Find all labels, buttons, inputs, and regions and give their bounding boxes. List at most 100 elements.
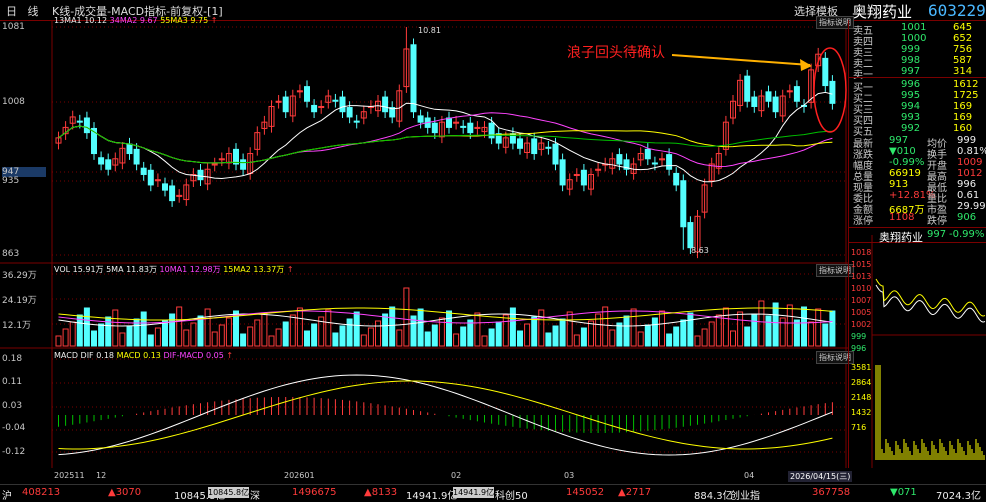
candle [140, 167, 147, 175]
volume-bar [339, 325, 346, 347]
kc-change: ▲2717 [618, 487, 652, 498]
kline-panel [0, 20, 848, 468]
volume-bar [367, 327, 374, 347]
volume-bar [694, 335, 701, 347]
macd-ytick: 0.03 [2, 401, 23, 411]
volume-bar [517, 330, 523, 347]
volume-bar [382, 313, 389, 347]
buy-row: 买四 993 169 [849, 112, 986, 127]
quote-cell: 996 [957, 179, 977, 190]
sell-row: 卖二 998 587 [849, 55, 986, 70]
cy-value: 367758 [812, 487, 851, 498]
kline-ytick: 935 [2, 176, 20, 186]
divider [849, 77, 986, 78]
stat-row: 现量 913 最低 996 [849, 179, 986, 194]
candle [644, 148, 651, 160]
candle [346, 107, 353, 118]
volume-bar [659, 310, 665, 347]
volume-bar [559, 318, 566, 347]
quote-cell: 涨停 [853, 216, 873, 227]
candle [162, 183, 168, 191]
quote-cell: 314 [953, 66, 973, 77]
volume-bar [176, 306, 183, 347]
x-tick: 02 [451, 471, 462, 480]
candle [332, 99, 339, 102]
x-tick: 202601 [284, 471, 315, 480]
sell-row: 卖四 1000 652 [849, 33, 986, 48]
volume-bar [502, 314, 509, 347]
macd-panel [58, 374, 833, 456]
volume-bar [247, 326, 254, 347]
intraday-chart[interactable] [848, 235, 986, 468]
volume-bar [793, 319, 800, 347]
volume-bar [481, 335, 488, 347]
volume-bar [83, 307, 90, 347]
volume-bar [623, 315, 630, 347]
dea-line [58, 380, 833, 450]
main-chart[interactable] [0, 20, 848, 468]
quote-cell: 跌停 [927, 216, 947, 227]
candle [829, 80, 836, 104]
volume-bar [446, 310, 452, 347]
volume-bar [801, 306, 807, 347]
candle [431, 122, 438, 134]
macd-ytick: 0.11 [2, 377, 23, 387]
annotation [671, 47, 847, 133]
volume-bar [751, 313, 758, 347]
candle [240, 159, 247, 170]
candle [580, 169, 587, 186]
intraday-price-line [875, 284, 986, 323]
volume-bar [304, 330, 310, 347]
volume-bar [588, 320, 594, 347]
quote-cell: 994 [901, 101, 921, 112]
candle [744, 75, 751, 102]
quote-cell: 66919 [889, 168, 921, 179]
macd-ytick: 0.18 [2, 354, 23, 364]
volume-ytick: 36.29万 [2, 271, 37, 281]
volume-bar [431, 324, 438, 347]
stat-row: 涨跌 ▼010 换手 0.81% [849, 146, 986, 161]
buy-row: 买一 996 1612 [849, 79, 986, 94]
candle [282, 96, 289, 113]
volume-bar [62, 328, 69, 347]
cy-change: ▼071 [890, 487, 917, 498]
volume-bar [779, 317, 786, 347]
volume-bar [240, 333, 247, 347]
volume-bar [140, 311, 147, 347]
macd-ytick: -0.04 [2, 423, 26, 433]
candle [467, 122, 474, 134]
volume-bar [275, 328, 282, 347]
volume-bar [609, 329, 616, 347]
volume-bar [453, 333, 460, 347]
candle [673, 172, 680, 186]
candle [417, 115, 424, 123]
candle [311, 104, 318, 113]
volume-bar [311, 323, 318, 347]
quote-cell: 997 [901, 66, 921, 77]
quote-cell: 29.99 [957, 201, 986, 212]
volume-bar [474, 312, 481, 347]
stock-name: 奥翔药业 [852, 3, 913, 21]
kline-ytick: 1081 [2, 22, 25, 32]
volume-bar [91, 330, 97, 347]
buy-row: 买二 995 1725 [849, 90, 986, 105]
volume-bar [424, 331, 431, 347]
quote-cell: 160 [953, 123, 973, 134]
quote-cell: 169 [953, 101, 973, 112]
candle [559, 159, 566, 186]
stat-row: 总量 66919 最高 1012 [849, 168, 986, 183]
candle [233, 148, 239, 165]
candle [76, 120, 83, 123]
period-label[interactable]: 日 线 [6, 3, 39, 19]
quote-cell: 0.61 [957, 190, 980, 201]
volume-bar [808, 321, 815, 347]
volume-bar [815, 308, 822, 347]
candle [680, 180, 687, 228]
volume-bar [737, 311, 744, 347]
stock-code: 603229 [928, 1, 986, 20]
volume-bar [573, 334, 580, 347]
volume-bar [524, 323, 531, 347]
volume-bar [190, 322, 197, 347]
candle [545, 146, 552, 149]
buy-row: 买三 994 169 [849, 101, 986, 116]
